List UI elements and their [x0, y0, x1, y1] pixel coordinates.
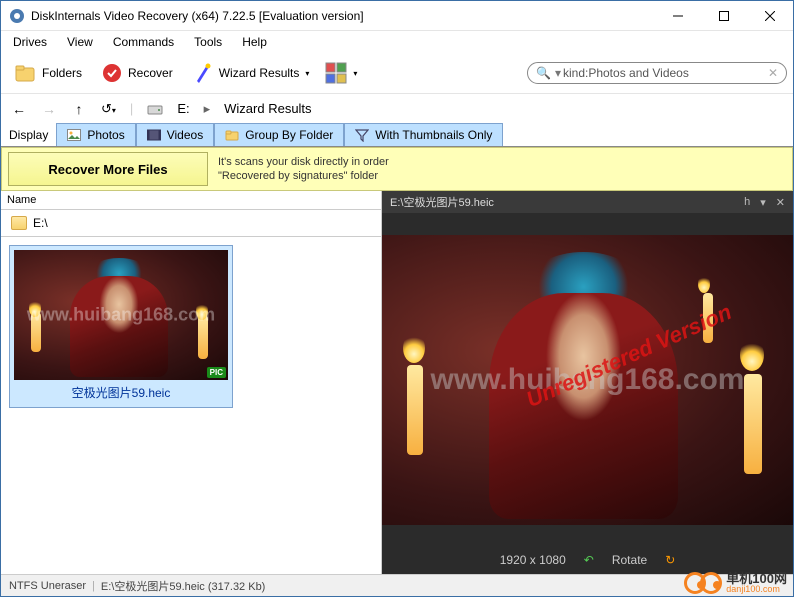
display-label: Display	[1, 123, 56, 146]
history-icon[interactable]: ↺▾	[101, 101, 116, 117]
logo-text-en: danji100.com	[726, 585, 787, 594]
recover-label: Recover	[128, 66, 173, 80]
nav-forward-button[interactable]: →	[41, 101, 57, 117]
tree-item-root[interactable]: E:\	[7, 214, 375, 232]
rotate-right-icon[interactable]: ↻	[665, 553, 675, 567]
window-title: DiskInternals Video Recovery (x64) 7.22.…	[31, 9, 655, 23]
tab-group-label: Group By Folder	[245, 128, 333, 142]
menu-view[interactable]: View	[57, 33, 103, 51]
status-path: E:\空极光图片59.heic (317.32 Kb)	[101, 578, 265, 594]
video-icon	[147, 128, 161, 142]
folders-label: Folders	[42, 66, 82, 80]
left-panel: Name E:\ www.huibang168.com PIC	[1, 191, 382, 574]
folder-icon	[11, 216, 27, 230]
separator: |	[130, 101, 133, 116]
wizard-results-button[interactable]: Wizard Results ▾	[184, 58, 317, 88]
photo-icon	[67, 128, 81, 142]
display-tabs: Display Photos Videos Group By Folder Wi…	[1, 123, 793, 147]
preview-collapse-icon[interactable]: ▾	[760, 196, 766, 209]
folders-icon	[14, 61, 38, 85]
preview-path: E:\空极光图片59.heic	[390, 194, 494, 210]
preview-footer: 1920 x 1080 ↶ Rotate ↻	[382, 546, 793, 574]
statusbar: NTFS Uneraser | E:\空极光图片59.heic (317.32 …	[1, 574, 793, 596]
wizard-icon	[191, 61, 215, 85]
preview-h-button[interactable]: h	[744, 196, 750, 209]
close-button[interactable]	[747, 1, 793, 31]
recover-more-files-button[interactable]: Recover More Files	[8, 152, 208, 186]
preview-titlebar: E:\空极光图片59.heic h ▾ ✕	[382, 191, 793, 213]
search-value: kind:Photos and Videos	[563, 66, 689, 80]
recover-button[interactable]: Recover	[93, 58, 180, 88]
menubar: Drives View Commands Tools Help	[1, 31, 793, 53]
drive-icon	[147, 101, 163, 117]
toolbar: Folders Recover Wizard Results ▾ ▾ 🔍 ▾ k…	[1, 53, 793, 93]
titlebar: DiskInternals Video Recovery (x64) 7.22.…	[1, 1, 793, 31]
rotate-left-icon[interactable]: ↶	[584, 553, 594, 567]
search-icon: 🔍	[536, 66, 551, 80]
content-area: Name E:\ www.huibang168.com PIC	[1, 191, 793, 574]
crumb-wizard-results[interactable]: Wizard Results	[224, 101, 311, 116]
tab-videos[interactable]: Videos	[136, 123, 214, 146]
menu-help[interactable]: Help	[232, 33, 277, 51]
clear-search-icon[interactable]: ✕	[768, 66, 778, 80]
thumbnail-card[interactable]: www.huibang168.com PIC 空极光图片59.heic	[9, 245, 233, 408]
menu-commands[interactable]: Commands	[103, 33, 184, 51]
folder-icon	[225, 128, 239, 142]
info-bar: Recover More Files It's scans your disk …	[1, 147, 793, 191]
tab-with-thumbnails[interactable]: With Thumbnails Only	[344, 123, 503, 146]
rotate-label: Rotate	[612, 553, 647, 567]
chevron-down-icon: ▾	[353, 69, 357, 78]
menu-drives[interactable]: Drives	[3, 33, 57, 51]
minimize-button[interactable]	[655, 1, 701, 31]
window-controls	[655, 1, 793, 31]
logo-icon	[700, 572, 722, 594]
pic-badge: PIC	[207, 367, 226, 378]
recover-icon	[100, 61, 124, 85]
tree-root-label: E:\	[33, 216, 48, 230]
status-app: NTFS Uneraser	[9, 580, 86, 592]
preview-panel: E:\空极光图片59.heic h ▾ ✕ www.huibang168.com…	[382, 191, 793, 574]
thumbnail-grid: www.huibang168.com PIC 空极光图片59.heic	[1, 237, 381, 574]
info-line2: "Recovered by signatures" folder	[218, 169, 389, 183]
info-line1: It's scans your disk directly in order	[218, 155, 389, 169]
overlay-logo: 单机100网 danji100.com	[684, 572, 787, 594]
preview-body: www.huibang168.com Unregistered Version	[382, 213, 793, 546]
tree-header: Name	[1, 191, 381, 210]
tab-photos[interactable]: Photos	[56, 123, 135, 146]
nav-up-button[interactable]: ↑	[71, 101, 87, 117]
funnel-icon	[355, 128, 369, 142]
separator: |	[92, 580, 95, 592]
tab-photos-label: Photos	[87, 128, 124, 142]
menu-tools[interactable]: Tools	[184, 33, 232, 51]
maximize-button[interactable]	[701, 1, 747, 31]
breadcrumb-bar: ← → ↑ ↺▾ | E: ▸ Wizard Results	[1, 93, 793, 123]
wizard-results-label: Wizard Results	[219, 66, 300, 80]
thumbnail-filename: 空极光图片59.heic	[14, 380, 228, 403]
crumb-drive[interactable]: E:	[177, 101, 189, 116]
tab-group-by-folder[interactable]: Group By Folder	[214, 123, 344, 146]
app-icon	[9, 8, 25, 24]
preview-close-icon[interactable]: ✕	[776, 196, 785, 209]
preview-image: www.huibang168.com Unregistered Version	[382, 235, 793, 525]
view-mode-button[interactable]: ▾	[320, 57, 362, 89]
folder-tree: E:\	[1, 210, 381, 237]
chevron-down-icon: ▾	[305, 69, 309, 78]
search-input[interactable]: 🔍 ▾ kind:Photos and Videos ✕	[527, 62, 787, 84]
tab-thumbs-label: With Thumbnails Only	[375, 128, 492, 142]
preview-dimensions: 1920 x 1080	[500, 553, 566, 567]
watermark: www.huibang168.com	[27, 305, 215, 326]
view-grid-icon	[325, 62, 347, 84]
crumb-separator-icon: ▸	[204, 101, 211, 117]
folders-button[interactable]: Folders	[7, 58, 89, 88]
search-dropdown-icon: ▾	[555, 66, 561, 80]
tab-videos-label: Videos	[167, 128, 203, 142]
nav-back-button[interactable]: ←	[11, 101, 27, 117]
thumbnail-image: www.huibang168.com PIC	[14, 250, 228, 380]
info-text: It's scans your disk directly in order "…	[218, 155, 389, 184]
